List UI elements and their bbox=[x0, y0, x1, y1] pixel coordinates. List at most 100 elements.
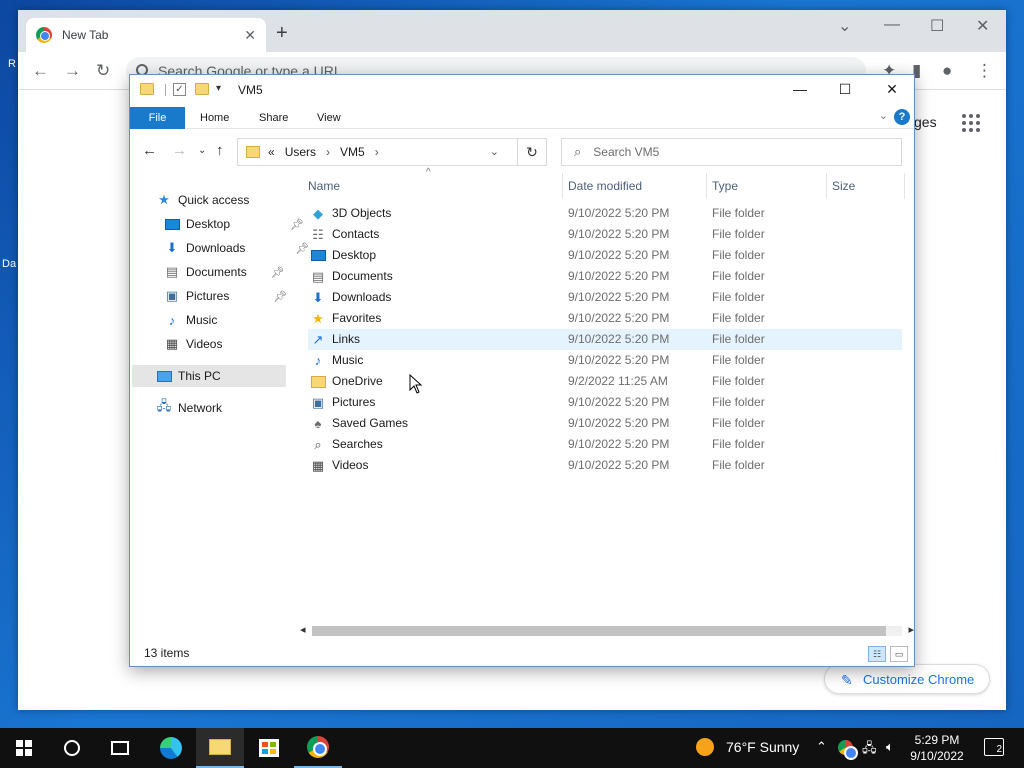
column-divider[interactable] bbox=[826, 173, 827, 199]
pin-icon[interactable]: 📌︎ bbox=[273, 290, 287, 303]
menu-icon[interactable]: ⋮ bbox=[976, 61, 993, 81]
table-row[interactable]: ★ Favorites 9/10/2022 5:20 PM File folder bbox=[308, 308, 902, 329]
desktop-icon-label[interactable]: Da bbox=[2, 258, 16, 270]
weather-widget[interactable]: 76°F Sunny bbox=[696, 738, 799, 756]
scroll-thumb[interactable] bbox=[312, 626, 886, 636]
back-icon[interactable]: ← bbox=[142, 142, 157, 159]
task-view-button[interactable] bbox=[96, 728, 144, 768]
properties-icon[interactable]: ✓ bbox=[173, 83, 186, 96]
nav-quick-access[interactable]: ★ Quick access bbox=[156, 189, 249, 211]
table-row[interactable]: ⬇ Downloads 9/10/2022 5:20 PM File folder bbox=[308, 287, 902, 308]
tray-chrome-icon[interactable] bbox=[838, 740, 858, 760]
breadcrumb-vm5[interactable]: VM5 bbox=[340, 145, 365, 159]
recent-locations-chevron-icon[interactable]: ⌄ bbox=[198, 145, 206, 156]
column-header-name[interactable]: Name bbox=[308, 179, 340, 193]
breadcrumb-chevron-icon[interactable]: › bbox=[375, 145, 379, 159]
help-icon[interactable]: ? bbox=[894, 109, 910, 125]
forward-icon[interactable]: → bbox=[64, 61, 81, 81]
address-dropdown-chevron-icon[interactable]: ⌄ bbox=[490, 145, 499, 158]
google-apps-icon[interactable] bbox=[962, 114, 980, 132]
customize-toolbar-chevron-icon[interactable]: ▾ bbox=[216, 83, 221, 94]
cell-date-modified: 9/10/2022 5:20 PM bbox=[568, 395, 670, 409]
table-row[interactable]: ☷ Contacts 9/10/2022 5:20 PM File folder bbox=[308, 224, 902, 245]
taskbar-store[interactable] bbox=[245, 728, 293, 768]
cell-name: Contacts bbox=[332, 227, 380, 241]
cell-date-modified: 9/2/2022 11:25 AM bbox=[568, 374, 668, 388]
up-icon[interactable]: ↑ bbox=[216, 142, 224, 159]
maximize-icon[interactable]: ☐ bbox=[930, 16, 944, 36]
large-icons-view-icon[interactable]: ▭ bbox=[890, 646, 908, 662]
column-header-type[interactable]: Type bbox=[712, 179, 738, 193]
column-header-size[interactable]: Size bbox=[832, 179, 855, 193]
back-icon[interactable]: ← bbox=[32, 61, 49, 81]
pictures-icon: ▣ bbox=[311, 394, 325, 410]
horizontal-scrollbar[interactable]: ◂ ▸ bbox=[300, 622, 914, 639]
ribbon-tab-share[interactable]: Share bbox=[259, 107, 288, 129]
table-row[interactable]: ▦ Videos 9/10/2022 5:20 PM File folder bbox=[308, 455, 902, 476]
table-row[interactable]: ↗ Links 9/10/2022 5:20 PM File folder bbox=[308, 329, 902, 350]
close-icon[interactable]: ✕ bbox=[882, 81, 902, 98]
taskbar-chrome[interactable] bbox=[294, 728, 342, 768]
chrome-tab-new-tab[interactable]: New Tab ✕ bbox=[26, 18, 266, 52]
minimize-icon[interactable]: — bbox=[790, 81, 810, 97]
nav-documents[interactable]: ▤ Documents 📌︎ bbox=[164, 261, 285, 283]
nav-network[interactable]: 🖧︎ Network bbox=[156, 397, 222, 419]
table-row[interactable]: ⌕ Searches 9/10/2022 5:20 PM File folder bbox=[308, 434, 902, 455]
breadcrumb-chevron-icon[interactable]: › bbox=[326, 145, 330, 159]
table-row[interactable]: ♪ Music 9/10/2022 5:20 PM File folder bbox=[308, 350, 902, 371]
ribbon-tab-file[interactable]: File bbox=[130, 107, 185, 129]
scroll-right-icon[interactable]: ▸ bbox=[908, 623, 914, 636]
address-bar[interactable]: « Users › VM5 › ⌄ bbox=[237, 138, 518, 166]
table-row[interactable]: ◆ 3D Objects 9/10/2022 5:20 PM File folder bbox=[308, 203, 902, 224]
close-icon[interactable]: ✕ bbox=[976, 16, 989, 36]
taskbar-edge[interactable] bbox=[147, 728, 195, 768]
search-box[interactable]: ⌕ Search VM5 bbox=[561, 138, 902, 166]
desktop-icon-label[interactable]: R bbox=[8, 58, 16, 70]
column-header-date-modified[interactable]: Date modified bbox=[568, 179, 642, 193]
expand-ribbon-chevron-icon[interactable]: ⌄ bbox=[879, 109, 888, 122]
pin-icon[interactable]: 📌︎ bbox=[271, 266, 285, 279]
new-folder-icon[interactable] bbox=[195, 83, 209, 95]
tab-close-icon[interactable]: ✕ bbox=[244, 27, 256, 44]
ribbon-tab-home[interactable]: Home bbox=[200, 107, 229, 129]
breadcrumb-users[interactable]: Users bbox=[285, 145, 316, 159]
customize-chrome-button[interactable]: ✎ Customize Chrome bbox=[824, 664, 990, 694]
nav-desktop[interactable]: Desktop 📌︎ bbox=[164, 213, 304, 235]
refresh-icon[interactable]: ↻ bbox=[518, 138, 547, 166]
scroll-left-icon[interactable]: ◂ bbox=[300, 623, 306, 636]
details-view-icon[interactable]: ☷ bbox=[868, 646, 886, 662]
table-row[interactable]: Desktop 9/10/2022 5:20 PM File folder bbox=[308, 245, 902, 266]
notifications-icon[interactable]: 2 bbox=[984, 738, 1004, 756]
address-overflow[interactable]: « bbox=[268, 145, 275, 159]
forward-icon[interactable]: → bbox=[172, 142, 187, 159]
reload-icon[interactable]: ↻ bbox=[96, 61, 110, 81]
table-row[interactable]: ▤ Documents 9/10/2022 5:20 PM File folder bbox=[308, 266, 902, 287]
network-icon[interactable]: 🖧︎ bbox=[862, 739, 877, 761]
minimize-icon[interactable]: — bbox=[884, 16, 900, 34]
cell-type: File folder bbox=[712, 248, 765, 262]
tab-search-chevron-icon[interactable]: ⌄ bbox=[838, 16, 851, 36]
new-tab-button[interactable]: + bbox=[276, 22, 288, 45]
nav-music[interactable]: ♪ Music bbox=[164, 309, 218, 331]
column-divider[interactable] bbox=[904, 173, 905, 199]
start-button[interactable] bbox=[0, 728, 48, 768]
nav-this-pc[interactable]: This PC bbox=[156, 365, 221, 387]
ribbon-tab-view[interactable]: View bbox=[317, 107, 341, 129]
maximize-icon[interactable]: ☐ bbox=[835, 81, 855, 98]
column-divider[interactable] bbox=[562, 173, 563, 199]
show-hidden-icons-chevron-icon[interactable]: ⌃ bbox=[816, 739, 827, 755]
nav-videos[interactable]: ▦ Videos bbox=[164, 333, 223, 355]
table-row[interactable]: ▣ Pictures 9/10/2022 5:20 PM File folder bbox=[308, 392, 902, 413]
nav-pictures[interactable]: ▣ Pictures 📌︎ bbox=[164, 285, 288, 307]
images-link[interactable]: ges bbox=[914, 114, 937, 130]
volume-icon[interactable]: 🔈︎ bbox=[886, 739, 894, 755]
profile-icon[interactable]: ● bbox=[942, 61, 952, 81]
taskbar-file-explorer[interactable] bbox=[196, 728, 244, 768]
nav-downloads[interactable]: ⬇ Downloads 📌︎ bbox=[164, 237, 310, 259]
system-clock[interactable]: 5:29 PM 9/10/2022 bbox=[906, 732, 968, 764]
table-row[interactable]: ♠ Saved Games 9/10/2022 5:20 PM File folder bbox=[308, 413, 902, 434]
search-button[interactable] bbox=[48, 728, 96, 768]
column-divider[interactable] bbox=[706, 173, 707, 199]
table-row[interactable]: OneDrive 9/2/2022 11:25 AM File folder bbox=[308, 371, 902, 392]
nav-label: Videos bbox=[186, 337, 223, 351]
